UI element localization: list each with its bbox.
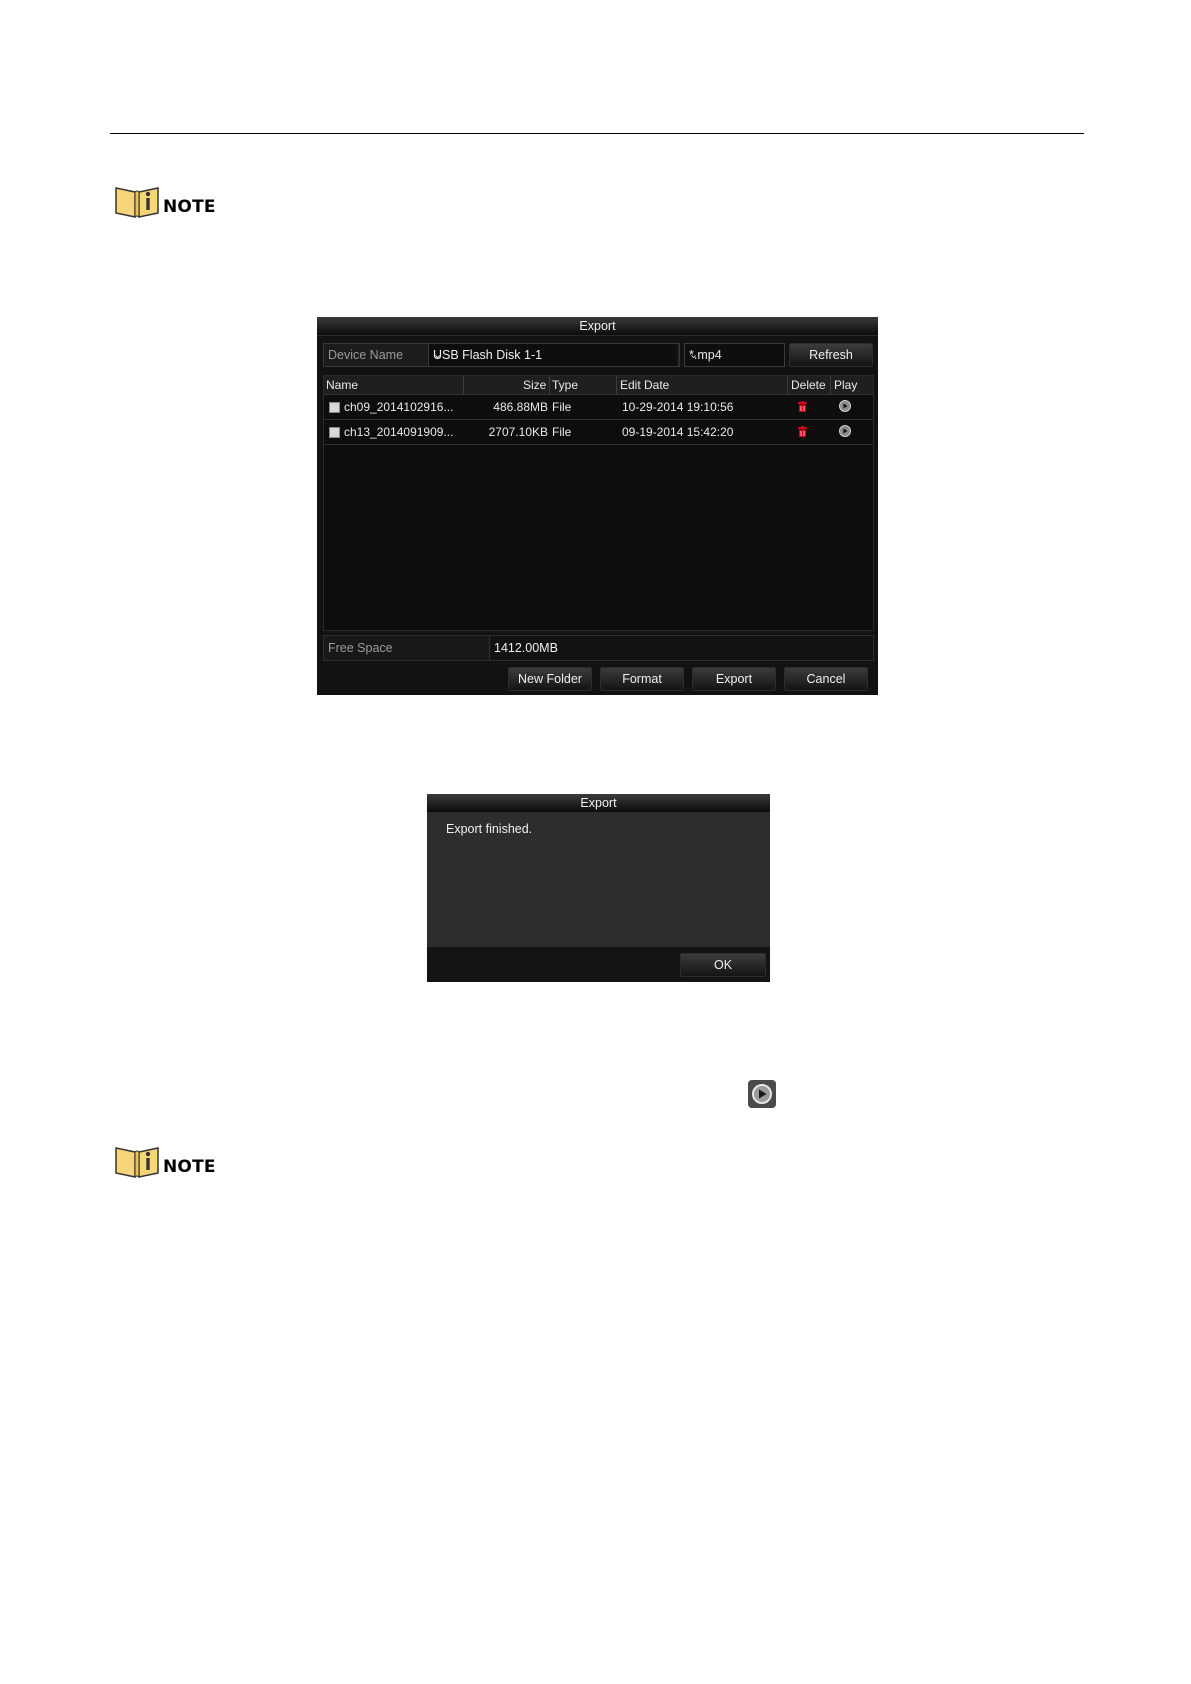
file-edit-date: 10-29-2014 19:10:56 bbox=[622, 400, 734, 414]
column-divider bbox=[830, 376, 831, 394]
note-book-icon bbox=[115, 187, 159, 218]
file-name: ch13_2014091909... bbox=[344, 425, 454, 439]
free-space-label: Free Space bbox=[328, 641, 393, 655]
file-type: File bbox=[552, 425, 572, 439]
trash-icon[interactable] bbox=[798, 401, 807, 412]
export-finished-dialog: Export Export finished. OK bbox=[427, 794, 770, 982]
export-dialog: Export Device Name USB Flash Disk 1-1 ⌄ … bbox=[317, 317, 878, 695]
note-callout: NOTE bbox=[114, 1144, 216, 1178]
format-button[interactable]: Format bbox=[600, 667, 684, 691]
note-book-icon bbox=[115, 1147, 159, 1178]
chevron-down-icon: ⌄ bbox=[433, 349, 443, 361]
file-size: 2707.10KB bbox=[488, 425, 548, 439]
file-table: Name Size Type Edit Date Delete Play ch0… bbox=[323, 375, 874, 631]
file-edit-date: 09-19-2014 15:42:20 bbox=[622, 425, 734, 439]
trash-icon[interactable] bbox=[798, 426, 807, 437]
table-row[interactable]: ch09_2014102916... 486.88MB File 10-29-2… bbox=[324, 395, 873, 420]
device-name-field: Device Name USB Flash Disk 1-1 ⌄ bbox=[323, 343, 680, 367]
table-row[interactable]: ch13_2014091909... 2707.10KB File 09-19-… bbox=[324, 420, 873, 445]
col-edit-date[interactable]: Edit Date bbox=[620, 378, 669, 392]
device-name-select[interactable]: USB Flash Disk 1-1 ⌄ bbox=[428, 344, 677, 366]
header-rule bbox=[110, 133, 1084, 134]
column-divider bbox=[549, 376, 550, 394]
file-type: File bbox=[552, 400, 572, 414]
free-space-field: Free Space 1412.00MB bbox=[323, 635, 874, 661]
column-divider bbox=[787, 376, 788, 394]
table-header: Name Size Type Edit Date Delete Play bbox=[324, 376, 873, 395]
device-name-label: Device Name bbox=[328, 348, 404, 362]
col-type[interactable]: Type bbox=[552, 378, 578, 392]
dialog-footer: OK bbox=[427, 947, 770, 982]
column-divider bbox=[463, 376, 464, 394]
col-name[interactable]: Name bbox=[326, 378, 358, 392]
play-icon bbox=[748, 1080, 776, 1108]
col-play: Play bbox=[834, 378, 858, 392]
note-label: NOTE bbox=[163, 197, 216, 217]
chevron-down-icon: ⌄ bbox=[689, 349, 699, 361]
export-finished-message: Export finished. bbox=[446, 822, 533, 836]
column-divider bbox=[616, 376, 617, 394]
note-callout: NOTE bbox=[114, 184, 216, 218]
row-checkbox[interactable] bbox=[329, 427, 340, 438]
row-checkbox[interactable] bbox=[329, 402, 340, 413]
note-label: NOTE bbox=[163, 1157, 216, 1177]
export-button[interactable]: Export bbox=[692, 667, 776, 691]
free-space-value: 1412.00MB bbox=[494, 641, 558, 655]
col-delete: Delete bbox=[791, 378, 826, 392]
file-size: 486.88MB bbox=[493, 400, 548, 414]
export-dialog-title: Export bbox=[317, 317, 878, 336]
file-type-select[interactable]: *.mp4 ⌄ bbox=[684, 343, 785, 367]
free-space-value-box: 1412.00MB bbox=[489, 636, 873, 660]
new-folder-button[interactable]: New Folder bbox=[508, 667, 592, 691]
export-finished-title: Export bbox=[427, 794, 770, 813]
ok-button[interactable]: OK bbox=[680, 953, 766, 977]
cancel-button[interactable]: Cancel bbox=[784, 667, 868, 691]
refresh-button[interactable]: Refresh bbox=[789, 343, 873, 367]
play-icon[interactable] bbox=[839, 400, 851, 412]
play-icon[interactable] bbox=[839, 425, 851, 437]
file-name: ch09_2014102916... bbox=[344, 400, 454, 414]
col-size[interactable]: Size bbox=[523, 378, 546, 392]
device-row: Device Name USB Flash Disk 1-1 ⌄ *.mp4 ⌄… bbox=[323, 343, 873, 367]
